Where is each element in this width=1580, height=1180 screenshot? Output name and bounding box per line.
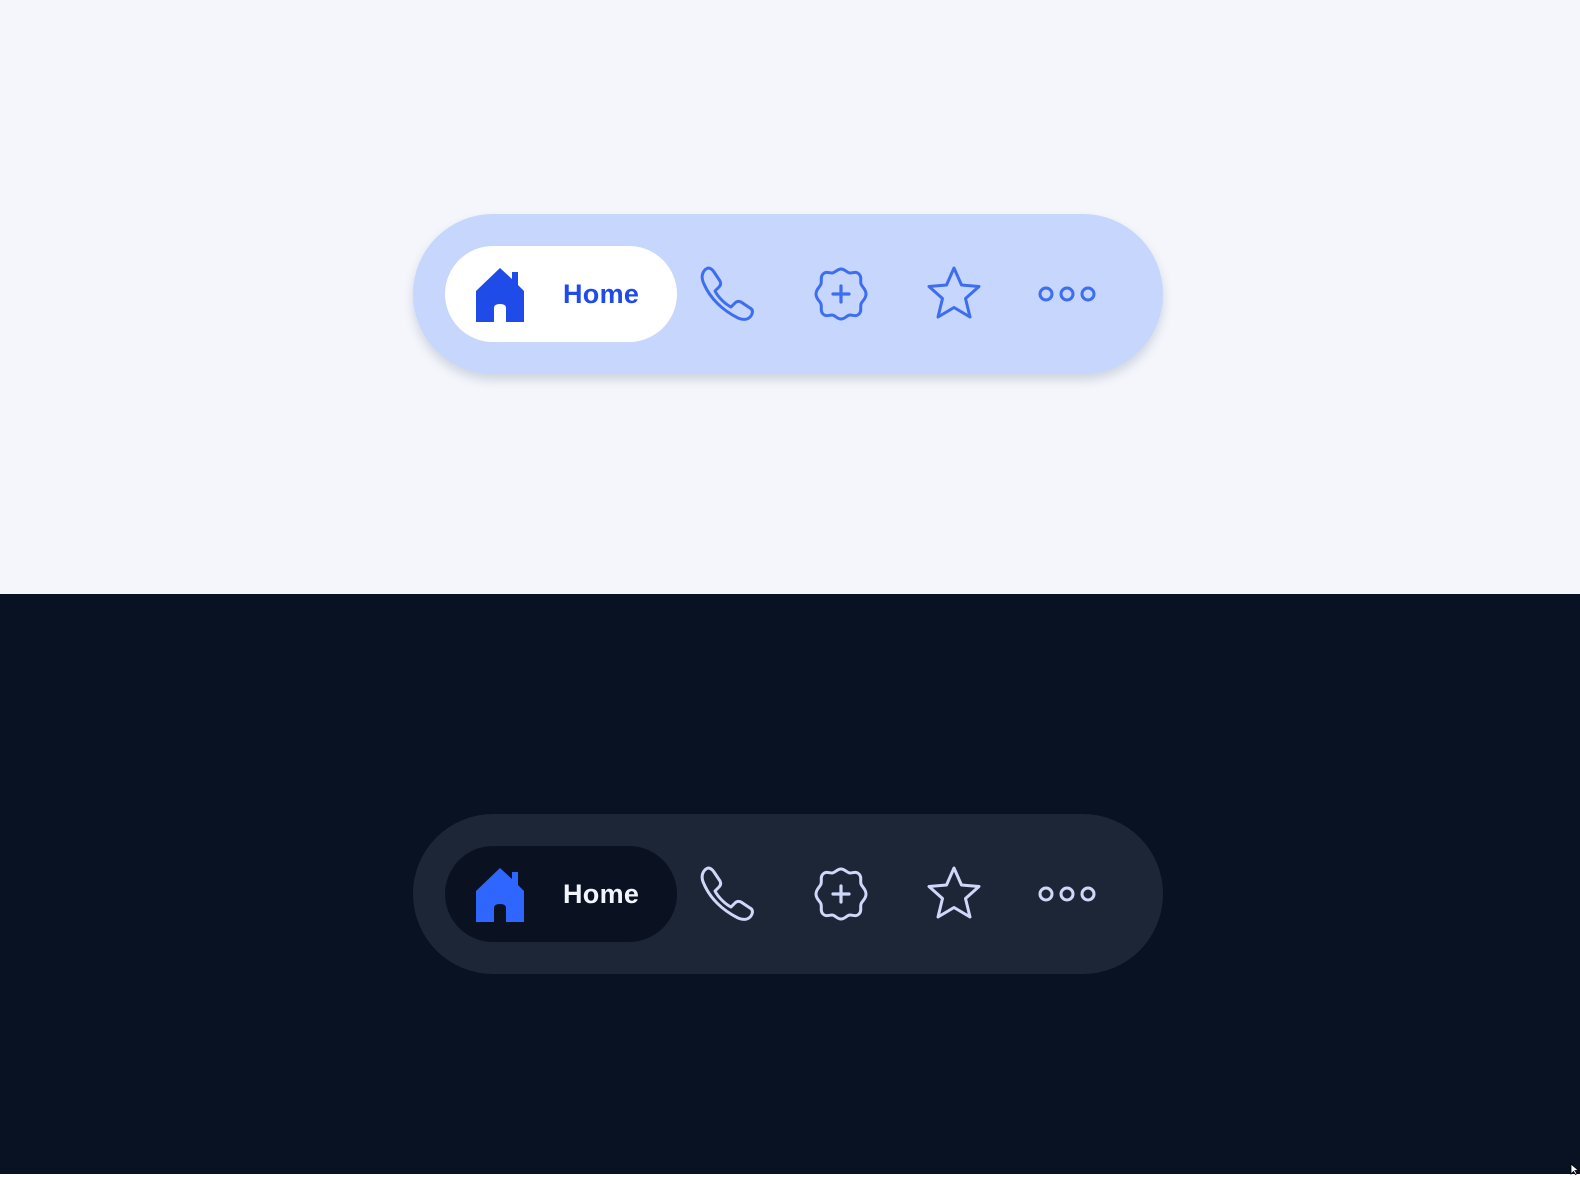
dark-theme-panel: Home <box>0 594 1580 1174</box>
star-icon <box>924 264 984 324</box>
nav-item-add[interactable] <box>809 262 873 326</box>
nav-item-home-active[interactable]: Home <box>445 246 677 342</box>
nav-item-favorites[interactable] <box>922 862 986 926</box>
nav-item-phone[interactable] <box>696 862 760 926</box>
more-icon <box>1037 884 1097 904</box>
home-icon <box>472 866 528 924</box>
add-badge-icon <box>811 264 871 324</box>
add-badge-icon <box>811 864 871 924</box>
light-theme-panel: Home <box>0 0 1580 594</box>
nav-item-home-active[interactable]: Home <box>445 846 677 942</box>
nav-item-add[interactable] <box>809 862 873 926</box>
nav-item-more[interactable] <box>1035 262 1099 326</box>
nav-item-favorites[interactable] <box>922 262 986 326</box>
nav-item-home-label: Home <box>563 279 640 309</box>
more-icon <box>1037 284 1097 304</box>
bottom-navigation-bar: Home <box>413 814 1163 974</box>
nav-item-phone[interactable] <box>696 262 760 326</box>
home-icon <box>472 266 528 324</box>
nav-item-more[interactable] <box>1035 862 1099 926</box>
phone-icon <box>698 864 758 924</box>
star-icon <box>924 864 984 924</box>
nav-item-home-label: Home <box>563 879 640 909</box>
mouse-cursor-icon <box>1570 1162 1580 1176</box>
phone-icon <box>698 264 758 324</box>
bottom-navigation-bar: Home <box>413 214 1163 374</box>
